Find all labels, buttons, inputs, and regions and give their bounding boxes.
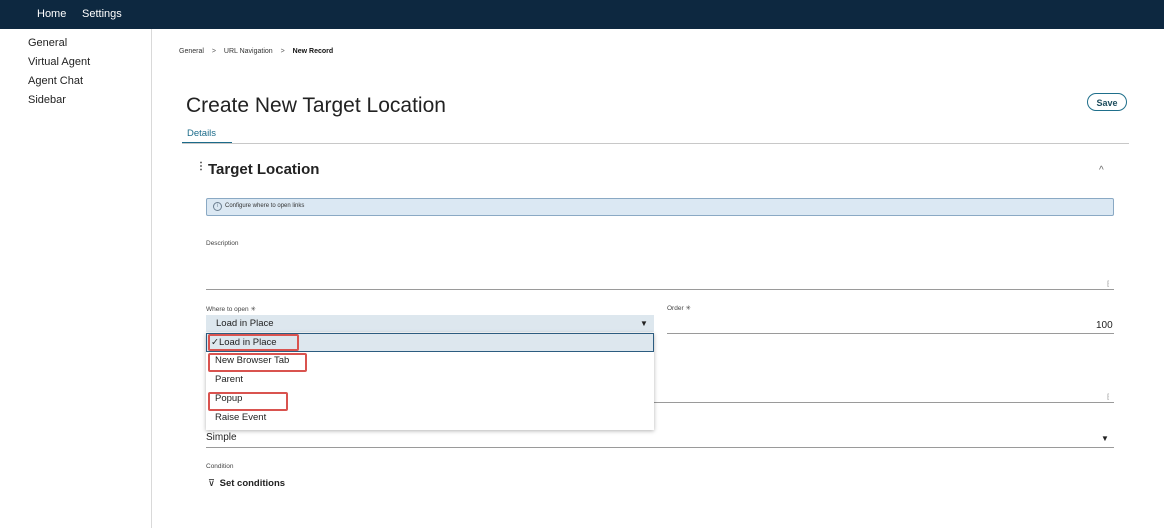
- breadcrumb-separator: >: [280, 48, 285, 55]
- drag-handle-icon[interactable]: ⋮: [196, 161, 206, 172]
- order-input[interactable]: 100: [1096, 320, 1113, 331]
- where-to-open-value: Load in Place: [216, 318, 274, 329]
- order-underline: [667, 333, 1114, 334]
- option-label: Parent: [215, 374, 243, 385]
- set-conditions-label: Set conditions: [219, 478, 286, 489]
- dropdown-option-parent[interactable]: Parent: [206, 371, 654, 390]
- top-nav-bar: Home Settings: [0, 0, 1164, 29]
- highlight-box: [208, 334, 299, 351]
- description-label: Description: [206, 240, 239, 247]
- section-title: Target Location: [208, 161, 320, 178]
- caret-down-icon[interactable]: ▼: [1101, 434, 1109, 443]
- description-textarea[interactable]: [206, 252, 1114, 288]
- sidebar-item-general[interactable]: General: [28, 37, 67, 49]
- breadcrumb-item-url-navigation[interactable]: URL Navigation: [224, 48, 273, 55]
- condition-type-underline: [206, 447, 1114, 448]
- breadcrumb: General > URL Navigation > New Record: [179, 48, 333, 55]
- where-to-open-label-text: Where to open: [206, 306, 249, 313]
- option-label: Raise Event: [215, 412, 267, 423]
- sidebar: General Virtual Agent Agent Chat Sidebar: [0, 29, 152, 528]
- required-icon: ✳: [685, 305, 691, 312]
- resize-handle-icon[interactable]: ⁅: [1107, 280, 1110, 288]
- breadcrumb-separator: >: [211, 48, 216, 55]
- condition-type-select[interactable]: Simple: [206, 432, 237, 443]
- description-underline: [206, 289, 1114, 290]
- where-to-open-label: Where to open ✳: [206, 305, 256, 313]
- breadcrumb-current: New Record: [292, 48, 334, 55]
- nav-home-link[interactable]: Home: [37, 8, 66, 20]
- nav-settings-link[interactable]: Settings: [82, 8, 122, 20]
- textarea-underline: [654, 402, 1114, 403]
- highlight-box: [208, 353, 307, 372]
- info-banner: i Configure where to open links: [206, 198, 1114, 216]
- tabs-divider: [182, 143, 1129, 144]
- dropdown-option-raise-event[interactable]: Raise Event: [206, 409, 654, 428]
- sidebar-item-virtual-agent[interactable]: Virtual Agent: [28, 56, 90, 68]
- page-title: Create New Target Location: [186, 94, 446, 117]
- filter-icon: ⊽: [208, 478, 215, 489]
- order-label-text: Order: [667, 305, 684, 312]
- save-button[interactable]: Save: [1087, 93, 1127, 111]
- set-conditions-button[interactable]: ⊽ Set conditions: [208, 478, 285, 489]
- resize-handle-icon[interactable]: ⁅: [1107, 393, 1110, 401]
- highlight-box: [208, 392, 288, 411]
- caret-down-icon: ▼: [640, 319, 648, 328]
- order-label: Order ✳: [667, 304, 691, 312]
- breadcrumb-item-general[interactable]: General: [179, 48, 204, 55]
- info-icon: i: [213, 202, 222, 211]
- tab-details[interactable]: Details: [187, 128, 216, 139]
- chevron-up-icon[interactable]: ^: [1099, 165, 1104, 176]
- required-icon: ✳: [250, 306, 256, 313]
- sidebar-item-sidebar[interactable]: Sidebar: [28, 94, 66, 106]
- sidebar-item-agent-chat[interactable]: Agent Chat: [28, 75, 83, 87]
- condition-label: Condition: [206, 463, 234, 470]
- where-to-open-select[interactable]: Load in Place ▼: [206, 315, 654, 332]
- info-banner-text: Configure where to open links: [225, 203, 305, 209]
